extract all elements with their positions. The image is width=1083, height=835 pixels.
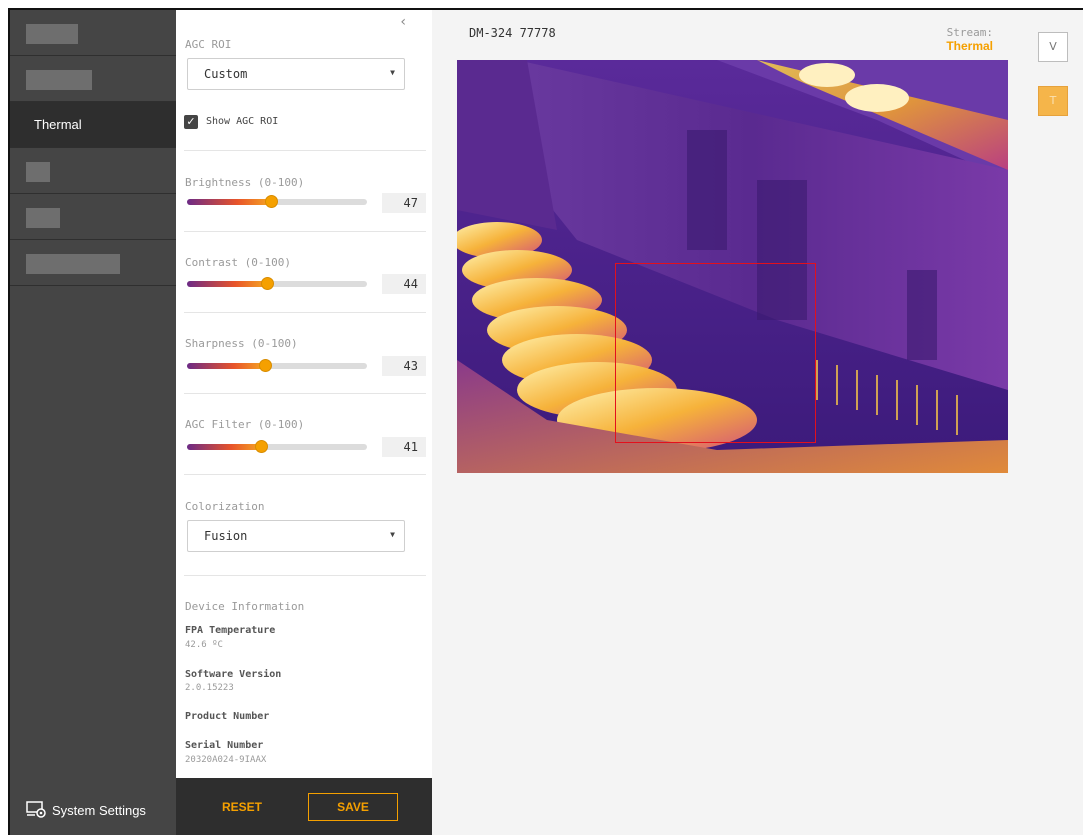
show-agc-roi-label: Show AGC ROI	[206, 116, 279, 127]
serial-number-value: 20320A024-9IAAX	[185, 755, 267, 765]
contrast-slider[interactable]	[187, 277, 367, 290]
slider-fill	[187, 444, 261, 450]
fpa-temperature-value: 42.6 ºC	[185, 640, 223, 650]
sidebar-item-1[interactable]	[10, 10, 176, 56]
divider	[184, 150, 426, 151]
sidebar-item-thermal[interactable]: Thermal	[10, 102, 176, 148]
device-info-title: Device Information	[185, 600, 305, 613]
product-number-label: Product Number	[185, 711, 270, 722]
slider-fill	[187, 363, 265, 369]
sharpness-label: Sharpness (0-100)	[185, 337, 298, 350]
sharpness-value[interactable]: 43	[382, 356, 426, 376]
colorization-label: Colorization	[185, 500, 265, 513]
agc-roi-label: AGC ROI	[185, 38, 232, 51]
redacted-label	[26, 162, 50, 182]
agc-filter-slider[interactable]	[187, 440, 367, 453]
contrast-label: Contrast (0-100)	[185, 256, 291, 269]
thermal-stream-button[interactable]: T	[1038, 86, 1068, 116]
stream-value: Thermal	[946, 39, 993, 53]
sidebar-item-label: Thermal	[34, 117, 82, 132]
agc-roi-box[interactable]	[615, 263, 816, 443]
slider-thumb[interactable]	[261, 277, 274, 290]
brightness-value[interactable]: 47	[382, 193, 426, 213]
redacted-label	[26, 24, 78, 44]
divider	[184, 231, 426, 232]
system-settings-icon	[26, 801, 46, 818]
sidebar: Thermal System Settings	[10, 10, 176, 835]
redacted-label	[26, 70, 92, 90]
panel-footer: RESET SAVE	[176, 778, 432, 835]
agc-filter-value[interactable]: 41	[382, 437, 426, 457]
system-settings-link[interactable]: System Settings	[26, 801, 146, 819]
sidebar-item-4[interactable]	[10, 148, 176, 194]
sharpness-slider[interactable]	[187, 359, 367, 372]
divider	[184, 312, 426, 313]
slider-thumb[interactable]	[255, 440, 268, 453]
slider-thumb[interactable]	[259, 359, 272, 372]
agc-roi-select[interactable]: Custom ▼	[187, 58, 405, 90]
device-id: DM-324 77778	[469, 26, 556, 40]
sidebar-item-6[interactable]	[10, 240, 176, 286]
collapse-panel-icon[interactable]: ‹	[400, 14, 406, 30]
chevron-down-icon: ▼	[390, 68, 395, 77]
visible-stream-button[interactable]: V	[1038, 32, 1068, 62]
slider-fill	[187, 281, 267, 287]
contrast-value[interactable]: 44	[382, 274, 426, 294]
save-button[interactable]: SAVE	[308, 793, 398, 821]
brightness-slider[interactable]	[187, 195, 367, 208]
software-version-value: 2.0.15223	[185, 683, 234, 693]
colorization-select[interactable]: Fusion ▼	[187, 520, 405, 552]
chevron-down-icon: ▼	[390, 530, 395, 539]
divider	[184, 474, 426, 475]
redacted-label	[26, 208, 60, 228]
redacted-label	[26, 254, 120, 274]
colorization-value: Fusion	[204, 529, 248, 543]
divider	[184, 393, 426, 394]
slider-fill	[187, 199, 271, 205]
agc-filter-label: AGC Filter (0-100)	[185, 418, 305, 431]
software-version-label: Software Version	[185, 669, 282, 680]
fpa-temperature-label: FPA Temperature	[185, 625, 276, 636]
stream-label: Stream:	[946, 26, 993, 39]
reset-button[interactable]: RESET	[222, 800, 262, 814]
serial-number-label: Serial Number	[185, 740, 264, 751]
agc-roi-value: Custom	[204, 67, 248, 81]
system-settings-label: System Settings	[52, 802, 146, 818]
brightness-label: Brightness (0-100)	[185, 176, 305, 189]
thermal-video-feed[interactable]	[457, 60, 1008, 473]
settings-panel: ‹ AGC ROI Custom ▼ ✓ Show AGC ROI Bright…	[176, 10, 432, 835]
sidebar-item-2[interactable]	[10, 56, 176, 102]
divider	[184, 575, 426, 576]
show-agc-roi-checkbox[interactable]: ✓	[184, 115, 198, 129]
slider-thumb[interactable]	[265, 195, 278, 208]
sidebar-item-5[interactable]	[10, 194, 176, 240]
